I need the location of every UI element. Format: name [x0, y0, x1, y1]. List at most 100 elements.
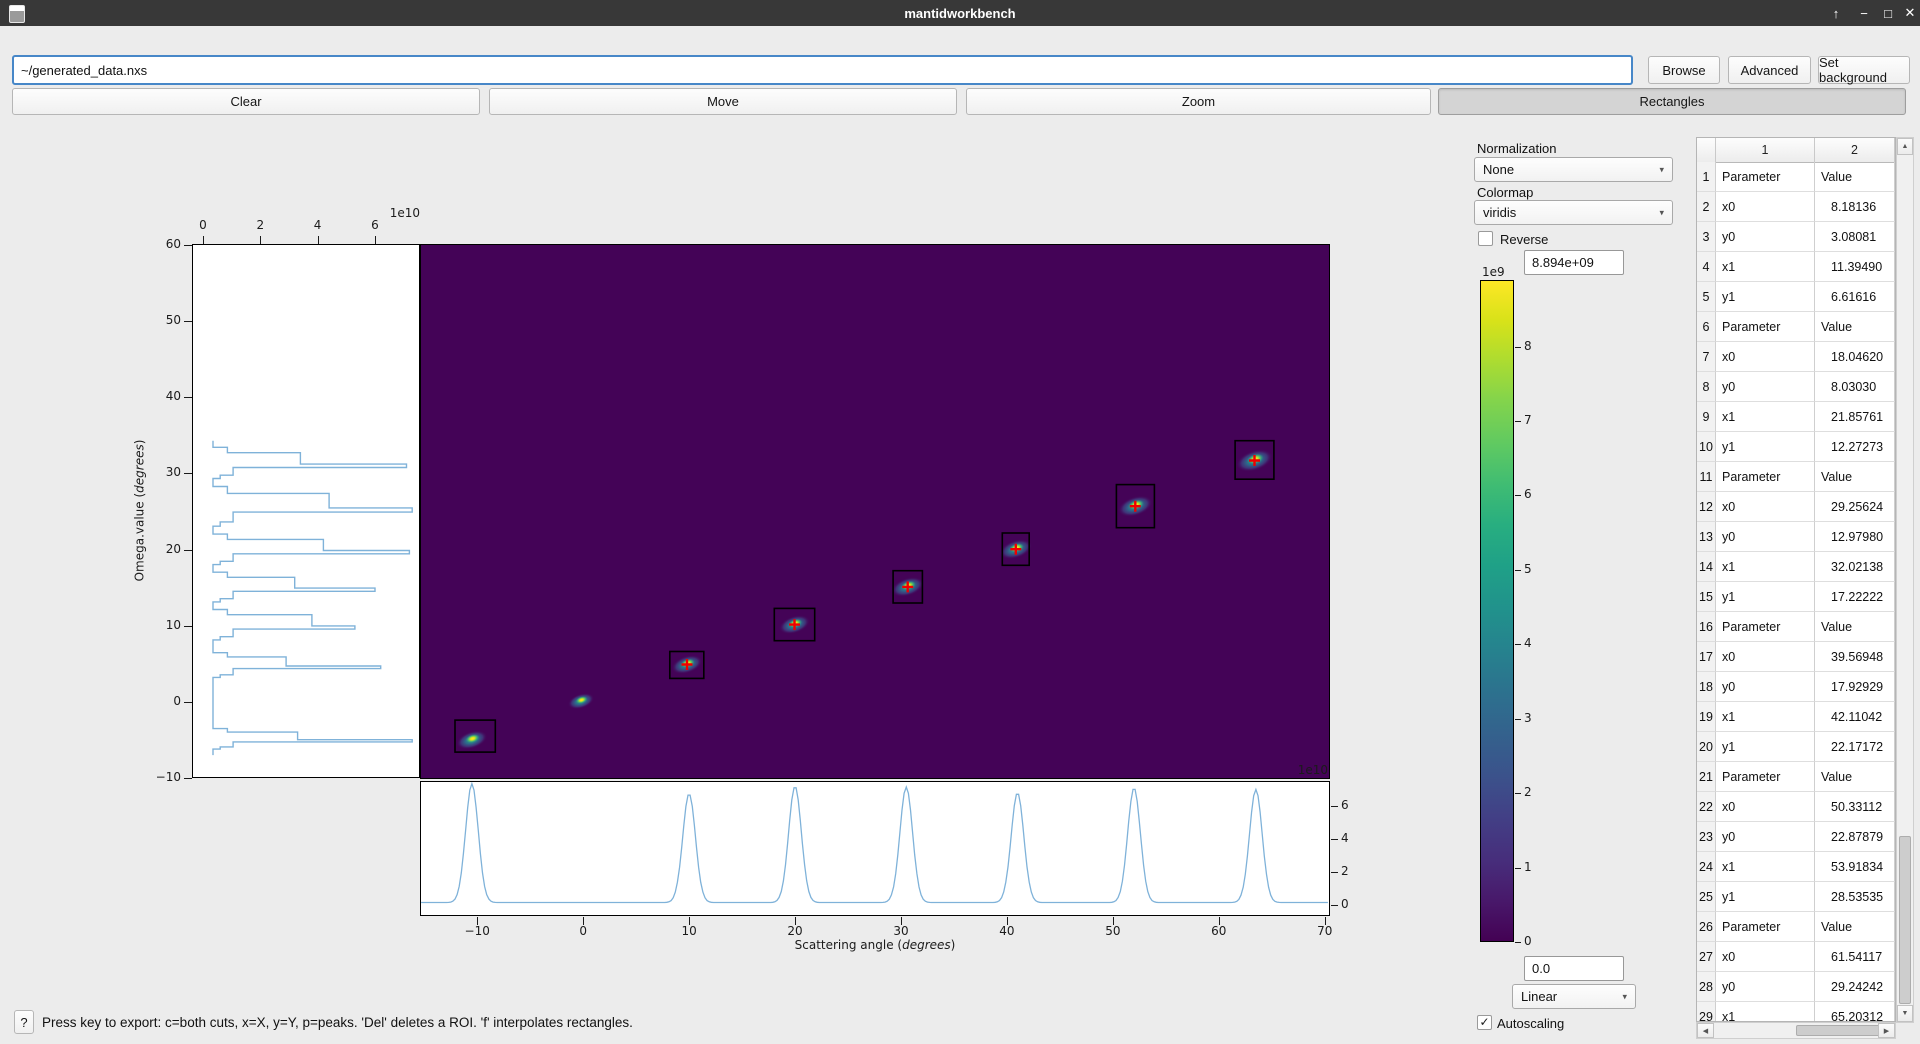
table-row[interactable]: 13y012.97980 — [1697, 522, 1895, 552]
minimize-icon[interactable]: − — [1852, 0, 1876, 26]
parameter-cell[interactable]: x0 — [1716, 192, 1815, 222]
table-row[interactable]: 29x165.20312 — [1697, 1002, 1895, 1021]
colormap-select[interactable]: viridis ▾ — [1474, 200, 1673, 225]
table-row[interactable]: 17x039.56948 — [1697, 642, 1895, 672]
value-cell[interactable]: 50.33112 — [1815, 792, 1895, 822]
value-cell[interactable]: Value — [1815, 462, 1895, 492]
value-cell[interactable]: 8.03030 — [1815, 372, 1895, 402]
value-cell[interactable]: Value — [1815, 312, 1895, 342]
table-row[interactable]: 6ParameterValue — [1697, 312, 1895, 342]
table-row[interactable]: 7x018.04620 — [1697, 342, 1895, 372]
value-cell[interactable]: 17.92929 — [1815, 672, 1895, 702]
parameter-cell[interactable]: y0 — [1716, 972, 1815, 1002]
value-cell[interactable]: 12.97980 — [1815, 522, 1895, 552]
parameter-cell[interactable]: x1 — [1716, 852, 1815, 882]
parameter-cell[interactable]: y0 — [1716, 222, 1815, 252]
parameter-cell[interactable]: x1 — [1716, 252, 1815, 282]
parameter-cell[interactable]: x0 — [1716, 492, 1815, 522]
table-row[interactable]: 1ParameterValue — [1697, 162, 1895, 192]
close-icon[interactable]: ✕ — [1898, 0, 1920, 26]
table-row[interactable]: 14x132.02138 — [1697, 552, 1895, 582]
parameter-cell[interactable]: x0 — [1716, 642, 1815, 672]
table-row[interactable]: 5y16.61616 — [1697, 282, 1895, 312]
maximize-icon[interactable]: □ — [1876, 0, 1900, 26]
scrollbar-thumb[interactable] — [1796, 1025, 1880, 1036]
parameter-cell[interactable]: x0 — [1716, 792, 1815, 822]
value-cell[interactable]: 61.54117 — [1815, 942, 1895, 972]
move-button[interactable]: Move — [489, 88, 957, 115]
value-cell[interactable]: Value — [1815, 762, 1895, 792]
scale-select[interactable]: Linear ▾ — [1512, 984, 1636, 1009]
value-cell[interactable]: 42.11042 — [1815, 702, 1895, 732]
parameter-cell[interactable]: x1 — [1716, 1002, 1815, 1021]
set-background-button[interactable]: Set background — [1818, 56, 1910, 84]
parameter-cell[interactable]: y1 — [1716, 282, 1815, 312]
zoom-button[interactable]: Zoom — [966, 88, 1431, 115]
parameter-cell[interactable]: y0 — [1716, 672, 1815, 702]
value-cell[interactable]: 29.24242 — [1815, 972, 1895, 1002]
value-cell[interactable]: 53.91834 — [1815, 852, 1895, 882]
parameter-cell[interactable]: x1 — [1716, 402, 1815, 432]
value-cell[interactable]: 22.87879 — [1815, 822, 1895, 852]
table-row[interactable]: 18y017.92929 — [1697, 672, 1895, 702]
parameter-cell[interactable]: y0 — [1716, 372, 1815, 402]
value-cell[interactable]: Value — [1815, 912, 1895, 942]
value-cell[interactable]: 21.85761 — [1815, 402, 1895, 432]
reverse-checkbox[interactable] — [1478, 231, 1493, 246]
table-horizontal-scrollbar[interactable]: ◀ ▶ — [1696, 1022, 1896, 1039]
table-row[interactable]: 3y03.08081 — [1697, 222, 1895, 252]
parameter-cell[interactable]: Parameter — [1716, 162, 1815, 192]
help-button[interactable]: ? — [14, 1010, 34, 1034]
value-cell[interactable]: 22.17172 — [1815, 732, 1895, 762]
parameter-cell[interactable]: x1 — [1716, 552, 1815, 582]
table-row[interactable]: 4x111.39490 — [1697, 252, 1895, 282]
parameter-cell[interactable]: y0 — [1716, 822, 1815, 852]
table-row[interactable]: 2x08.18136 — [1697, 192, 1895, 222]
value-cell[interactable]: 8.18136 — [1815, 192, 1895, 222]
clear-button[interactable]: Clear — [12, 88, 480, 115]
value-cell[interactable]: 18.04620 — [1815, 342, 1895, 372]
value-cell[interactable]: 28.53535 — [1815, 882, 1895, 912]
parameter-cell[interactable]: y1 — [1716, 732, 1815, 762]
heatmap-plot[interactable] — [420, 244, 1330, 779]
parameter-cell[interactable]: y0 — [1716, 522, 1815, 552]
normalization-select[interactable]: None ▾ — [1474, 157, 1673, 182]
value-cell[interactable]: 3.08081 — [1815, 222, 1895, 252]
table-row[interactable]: 10y112.27273 — [1697, 432, 1895, 462]
table-row[interactable]: 11ParameterValue — [1697, 462, 1895, 492]
table-row[interactable]: 22x050.33112 — [1697, 792, 1895, 822]
rectangles-button[interactable]: Rectangles — [1438, 88, 1906, 115]
parameter-cell[interactable]: y1 — [1716, 882, 1815, 912]
parameter-cell[interactable]: y1 — [1716, 582, 1815, 612]
scroll-down-icon[interactable]: ▼ — [1897, 1005, 1913, 1022]
value-cell[interactable]: 12.27273 — [1815, 432, 1895, 462]
colorbar-max-input[interactable]: 8.894e+09 — [1524, 250, 1624, 275]
left-cut-plot[interactable] — [192, 244, 420, 778]
parameter-table[interactable]: 1 2 1ParameterValue2x08.181363y03.080814… — [1696, 137, 1896, 1022]
table-row[interactable]: 8y08.03030 — [1697, 372, 1895, 402]
table-row[interactable]: 16ParameterValue — [1697, 612, 1895, 642]
table-row[interactable]: 24x153.91834 — [1697, 852, 1895, 882]
value-cell[interactable]: 29.25624 — [1815, 492, 1895, 522]
parameter-cell[interactable]: x0 — [1716, 942, 1815, 972]
advanced-button[interactable]: Advanced — [1728, 56, 1811, 84]
parameter-cell[interactable]: x1 — [1716, 702, 1815, 732]
table-row[interactable]: 20y122.17172 — [1697, 732, 1895, 762]
value-cell[interactable]: 65.20312 — [1815, 1002, 1895, 1021]
table-row[interactable]: 26ParameterValue — [1697, 912, 1895, 942]
scroll-left-icon[interactable]: ◀ — [1697, 1023, 1714, 1038]
value-cell[interactable]: 11.39490 — [1815, 252, 1895, 282]
value-cell[interactable]: 17.22222 — [1815, 582, 1895, 612]
value-cell[interactable]: 32.02138 — [1815, 552, 1895, 582]
table-row[interactable]: 25y128.53535 — [1697, 882, 1895, 912]
parameter-cell[interactable]: y1 — [1716, 432, 1815, 462]
scrollbar-thumb[interactable] — [1899, 836, 1911, 1004]
colorbar-min-input[interactable]: 0.0 — [1524, 956, 1624, 981]
value-cell[interactable]: Value — [1815, 612, 1895, 642]
autoscaling-checkbox[interactable]: ✓ — [1477, 1015, 1492, 1030]
parameter-cell[interactable]: Parameter — [1716, 462, 1815, 492]
value-cell[interactable]: 39.56948 — [1815, 642, 1895, 672]
table-row[interactable]: 19x142.11042 — [1697, 702, 1895, 732]
table-row[interactable]: 28y029.24242 — [1697, 972, 1895, 1002]
file-path-input[interactable]: ~/generated_data.nxs — [12, 55, 1633, 85]
